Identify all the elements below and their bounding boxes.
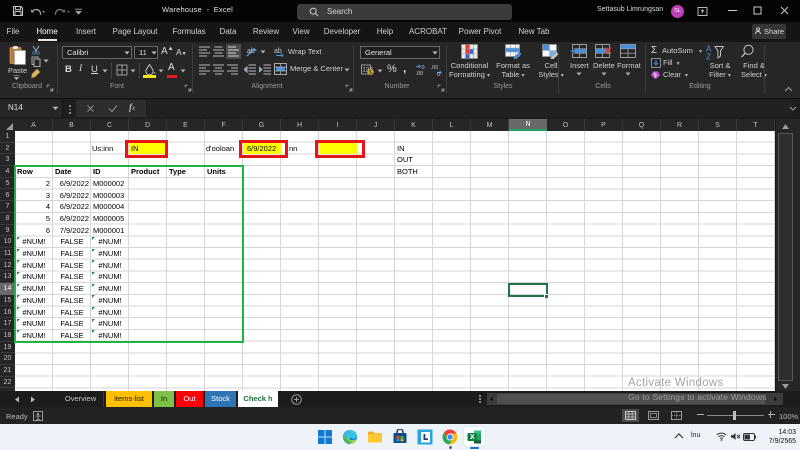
svg-text:Z: Z	[706, 53, 711, 61]
svg-text:.00: .00	[416, 71, 424, 76]
svg-text:0: 0	[437, 72, 440, 76]
svg-text:.00: .00	[431, 65, 439, 71]
svg-text:ab: ab	[247, 48, 255, 55]
svg-text:ab: ab	[274, 48, 282, 55]
